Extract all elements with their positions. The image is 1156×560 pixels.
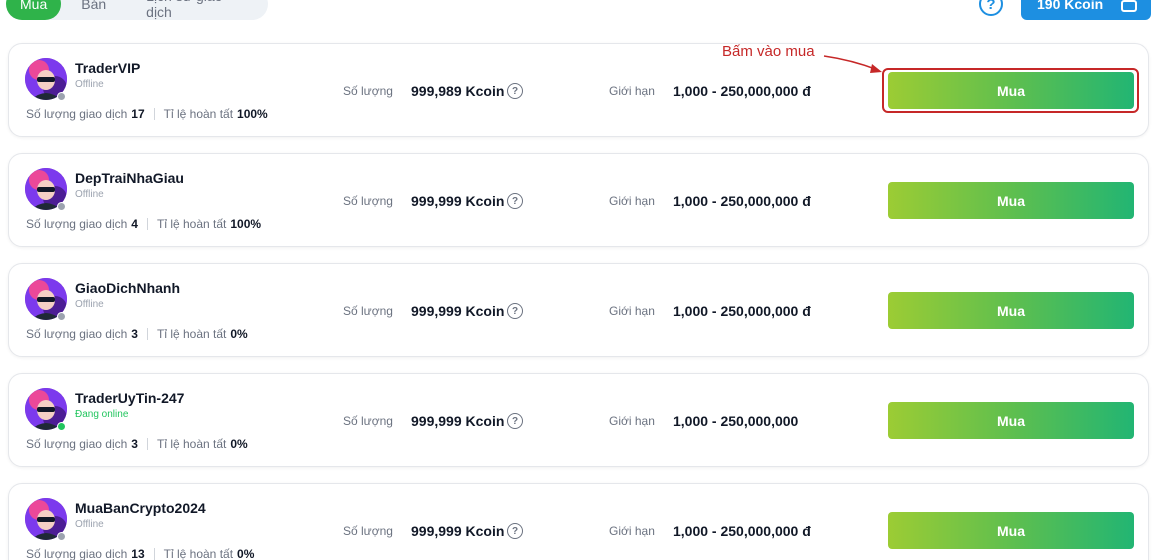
limit-label: Giới hạn bbox=[609, 414, 655, 428]
trader-name[interactable]: TraderUyTin-247 bbox=[75, 390, 184, 406]
stats-divider bbox=[146, 218, 148, 230]
quantity-help-icon[interactable]: ? bbox=[507, 413, 523, 429]
trade-count-label: Số lượng giao dịch bbox=[26, 437, 128, 451]
buy-button[interactable]: Mua bbox=[888, 292, 1134, 329]
trade-count-label: Số lượng giao dịch bbox=[26, 327, 128, 341]
offline-status-dot bbox=[57, 92, 66, 101]
completion-rate-label: Tỉ lệ hoàn tất bbox=[156, 437, 227, 451]
trade-count-label: Số lượng giao dịch bbox=[26, 107, 128, 121]
completion-rate-label: Tỉ lệ hoàn tất bbox=[156, 217, 227, 231]
trader-status: Offline bbox=[75, 189, 104, 200]
trade-count-value: 17 bbox=[131, 107, 145, 121]
completion-rate-label: Tỉ lệ hoàn tất bbox=[156, 327, 227, 341]
trader-stats: Số lượng giao dịch 13 Tỉ lệ hoàn tất 0% bbox=[26, 547, 254, 560]
trader-stats: Số lượng giao dịch 3 Tỉ lệ hoàn tất 0% bbox=[26, 327, 248, 341]
tab-buy[interactable]: Mua bbox=[6, 0, 62, 20]
limit-value: 1,000 - 250,000,000 đ bbox=[673, 523, 811, 539]
trader-status: Offline bbox=[75, 519, 104, 530]
trader-status: Đang online bbox=[75, 409, 129, 420]
offer-card: TraderUyTin-247 Đang online Số lượng gia… bbox=[8, 373, 1149, 467]
stats-divider bbox=[153, 108, 155, 120]
completion-rate-value: 100% bbox=[230, 217, 262, 231]
quantity-help-icon[interactable]: ? bbox=[507, 83, 523, 99]
limit-value: 1,000 - 250,000,000 đ bbox=[673, 303, 811, 319]
buy-button[interactable]: Mua bbox=[888, 402, 1134, 439]
quantity-value: 999,999 Kcoin bbox=[411, 303, 505, 319]
question-circle-icon[interactable]: ? bbox=[979, 0, 1003, 16]
buy-button[interactable]: Mua bbox=[888, 182, 1134, 219]
trade-count-value: 13 bbox=[131, 547, 145, 560]
trader-stats: Số lượng giao dịch 17 Tỉ lệ hoàn tất 100… bbox=[26, 107, 268, 121]
quantity-label: Số lượng bbox=[343, 414, 393, 428]
quantity-value: 999,989 Kcoin bbox=[411, 83, 505, 99]
offline-status-dot bbox=[57, 532, 66, 541]
trader-stats: Số lượng giao dịch 3 Tỉ lệ hoàn tất 0% bbox=[26, 437, 248, 451]
limit-value: 1,000 - 250,000,000 đ bbox=[673, 83, 811, 99]
limit-label: Giới hạn bbox=[609, 84, 655, 98]
offline-status-dot bbox=[57, 312, 66, 321]
limit-label: Giới hạn bbox=[609, 194, 655, 208]
tab-sell[interactable]: Bán bbox=[61, 0, 126, 20]
trade-count-label: Số lượng giao dịch bbox=[26, 217, 128, 231]
limit-label: Giới hạn bbox=[609, 304, 655, 318]
quantity-help-icon[interactable]: ? bbox=[507, 523, 523, 539]
completion-rate-value: 0% bbox=[237, 547, 255, 560]
limit-value: 1,000 - 250,000,000 bbox=[673, 413, 799, 429]
quantity-label: Số lượng bbox=[343, 194, 393, 208]
buy-button[interactable]: Mua bbox=[888, 512, 1134, 549]
quantity-label: Số lượng bbox=[343, 304, 393, 318]
completion-rate-label: Tỉ lệ hoàn tất bbox=[163, 107, 234, 121]
annotation-highlight-box bbox=[882, 68, 1139, 113]
trade-count-value: 3 bbox=[131, 327, 138, 341]
trader-stats: Số lượng giao dịch 4 Tỉ lệ hoàn tất 100% bbox=[26, 217, 261, 231]
stats-divider bbox=[146, 438, 148, 450]
quantity-value: 999,999 Kcoin bbox=[411, 193, 505, 209]
trader-name[interactable]: GiaoDichNhanh bbox=[75, 280, 180, 296]
wallet-balance-label: 190 Kcoin bbox=[1037, 0, 1104, 12]
quantity-label: Số lượng bbox=[343, 524, 393, 538]
quantity-help-icon[interactable]: ? bbox=[507, 193, 523, 209]
wallet-balance-button[interactable]: 190 Kcoin bbox=[1021, 0, 1151, 20]
offline-status-dot bbox=[57, 202, 66, 211]
trader-status: Offline bbox=[75, 79, 104, 90]
online-status-dot bbox=[57, 422, 66, 431]
stats-divider bbox=[153, 548, 155, 560]
tab-history[interactable]: Lịch sử giao dịch bbox=[126, 0, 268, 20]
trade-tabs: Mua Bán Lịch sử giao dịch bbox=[6, 0, 268, 20]
offer-card: GiaoDichNhanh Offline Số lượng giao dịch… bbox=[8, 263, 1149, 357]
trade-count-label: Số lượng giao dịch bbox=[26, 547, 128, 560]
completion-rate-value: 100% bbox=[237, 107, 268, 121]
quantity-label: Số lượng bbox=[343, 84, 393, 98]
quantity-value: 999,999 Kcoin bbox=[411, 523, 505, 539]
trade-count-value: 3 bbox=[131, 437, 138, 451]
trader-name[interactable]: DepTraiNhaGiau bbox=[75, 170, 184, 186]
quantity-value: 999,999 Kcoin bbox=[411, 413, 505, 429]
completion-rate-label: Tỉ lệ hoàn tất bbox=[163, 547, 234, 560]
completion-rate-value: 0% bbox=[230, 437, 248, 451]
trade-count-value: 4 bbox=[131, 217, 138, 231]
trader-name[interactable]: TraderVIP bbox=[75, 60, 140, 76]
limit-label: Giới hạn bbox=[609, 524, 655, 538]
limit-value: 1,000 - 250,000,000 đ bbox=[673, 193, 811, 209]
offer-card: MuaBanCrypto2024 Offline Số lượng giao d… bbox=[8, 483, 1149, 560]
quantity-help-icon[interactable]: ? bbox=[507, 303, 523, 319]
stats-divider bbox=[146, 328, 148, 340]
trader-name[interactable]: MuaBanCrypto2024 bbox=[75, 500, 206, 516]
annotation-arrow-icon bbox=[823, 55, 882, 73]
trader-status: Offline bbox=[75, 299, 104, 310]
offer-card: DepTraiNhaGiau Offline Số lượng giao dịc… bbox=[8, 153, 1149, 247]
completion-rate-value: 0% bbox=[230, 327, 248, 341]
wallet-icon bbox=[1121, 0, 1137, 12]
annotation-text: Bấm vào mua bbox=[722, 43, 815, 60]
